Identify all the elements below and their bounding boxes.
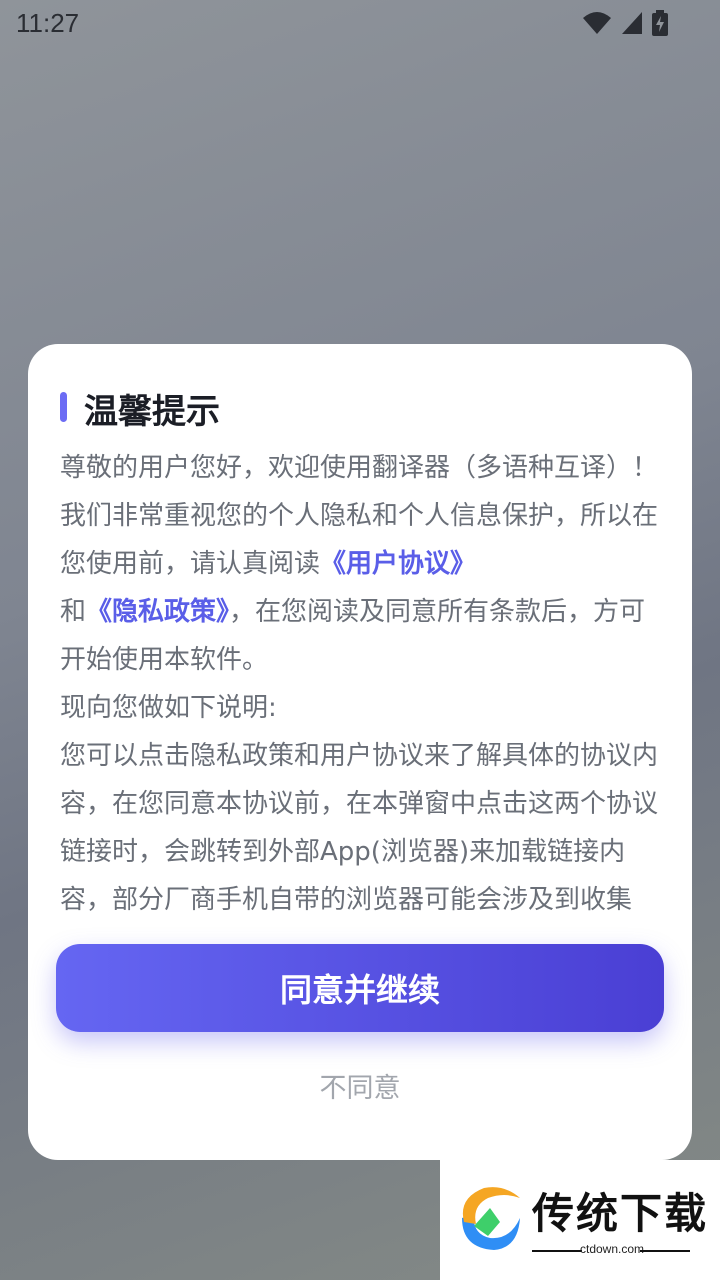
disagree-button[interactable]: 不同意 [260,1060,460,1110]
explanation-body: 您可以点击隐私政策和用户协议来了解具体的协议内容，在您同意本协议前，在本弹窗中点… [60,741,659,915]
watermark-line-right [640,1250,690,1252]
status-icons [582,10,668,36]
status-bar: 11:27 [0,0,720,50]
dialog-content: 尊敬的用户您好，欢迎使用翻译器（多语种互译）！我们非常重视您的个人隐私和个人信息… [60,444,660,916]
watermark-logo-icon [462,1187,520,1250]
status-time: 11:27 [16,8,80,38]
title-accent-bar [60,392,67,422]
battery-charging-icon [652,10,668,36]
user-agreement-link[interactable]: 《用户协议》 [320,549,476,579]
and-text: 和 [60,597,87,627]
dialog-title: 温馨提示 [84,392,220,432]
watermark-text: 传统下载 [532,1189,709,1238]
explanation-heading: 现向您做如下说明: [60,693,277,723]
agree-continue-button[interactable]: 同意并继续 [56,944,664,1032]
privacy-policy-link[interactable]: 《隐私政策》 [86,597,229,627]
intro-paragraph: 尊敬的用户您好，欢迎使用翻译器（多语种互译）！我们非常重视您的个人隐私和个人信息… [60,444,660,684]
signal-icon [622,12,642,34]
privacy-dialog: 温馨提示 尊敬的用户您好，欢迎使用翻译器（多语种互译）！我们非常重视您的个人隐私… [28,344,692,1160]
watermark: 传统下载 ctdown.com [440,1160,720,1280]
wifi-icon [583,12,611,34]
watermark-domain: ctdown.com [579,1242,645,1256]
